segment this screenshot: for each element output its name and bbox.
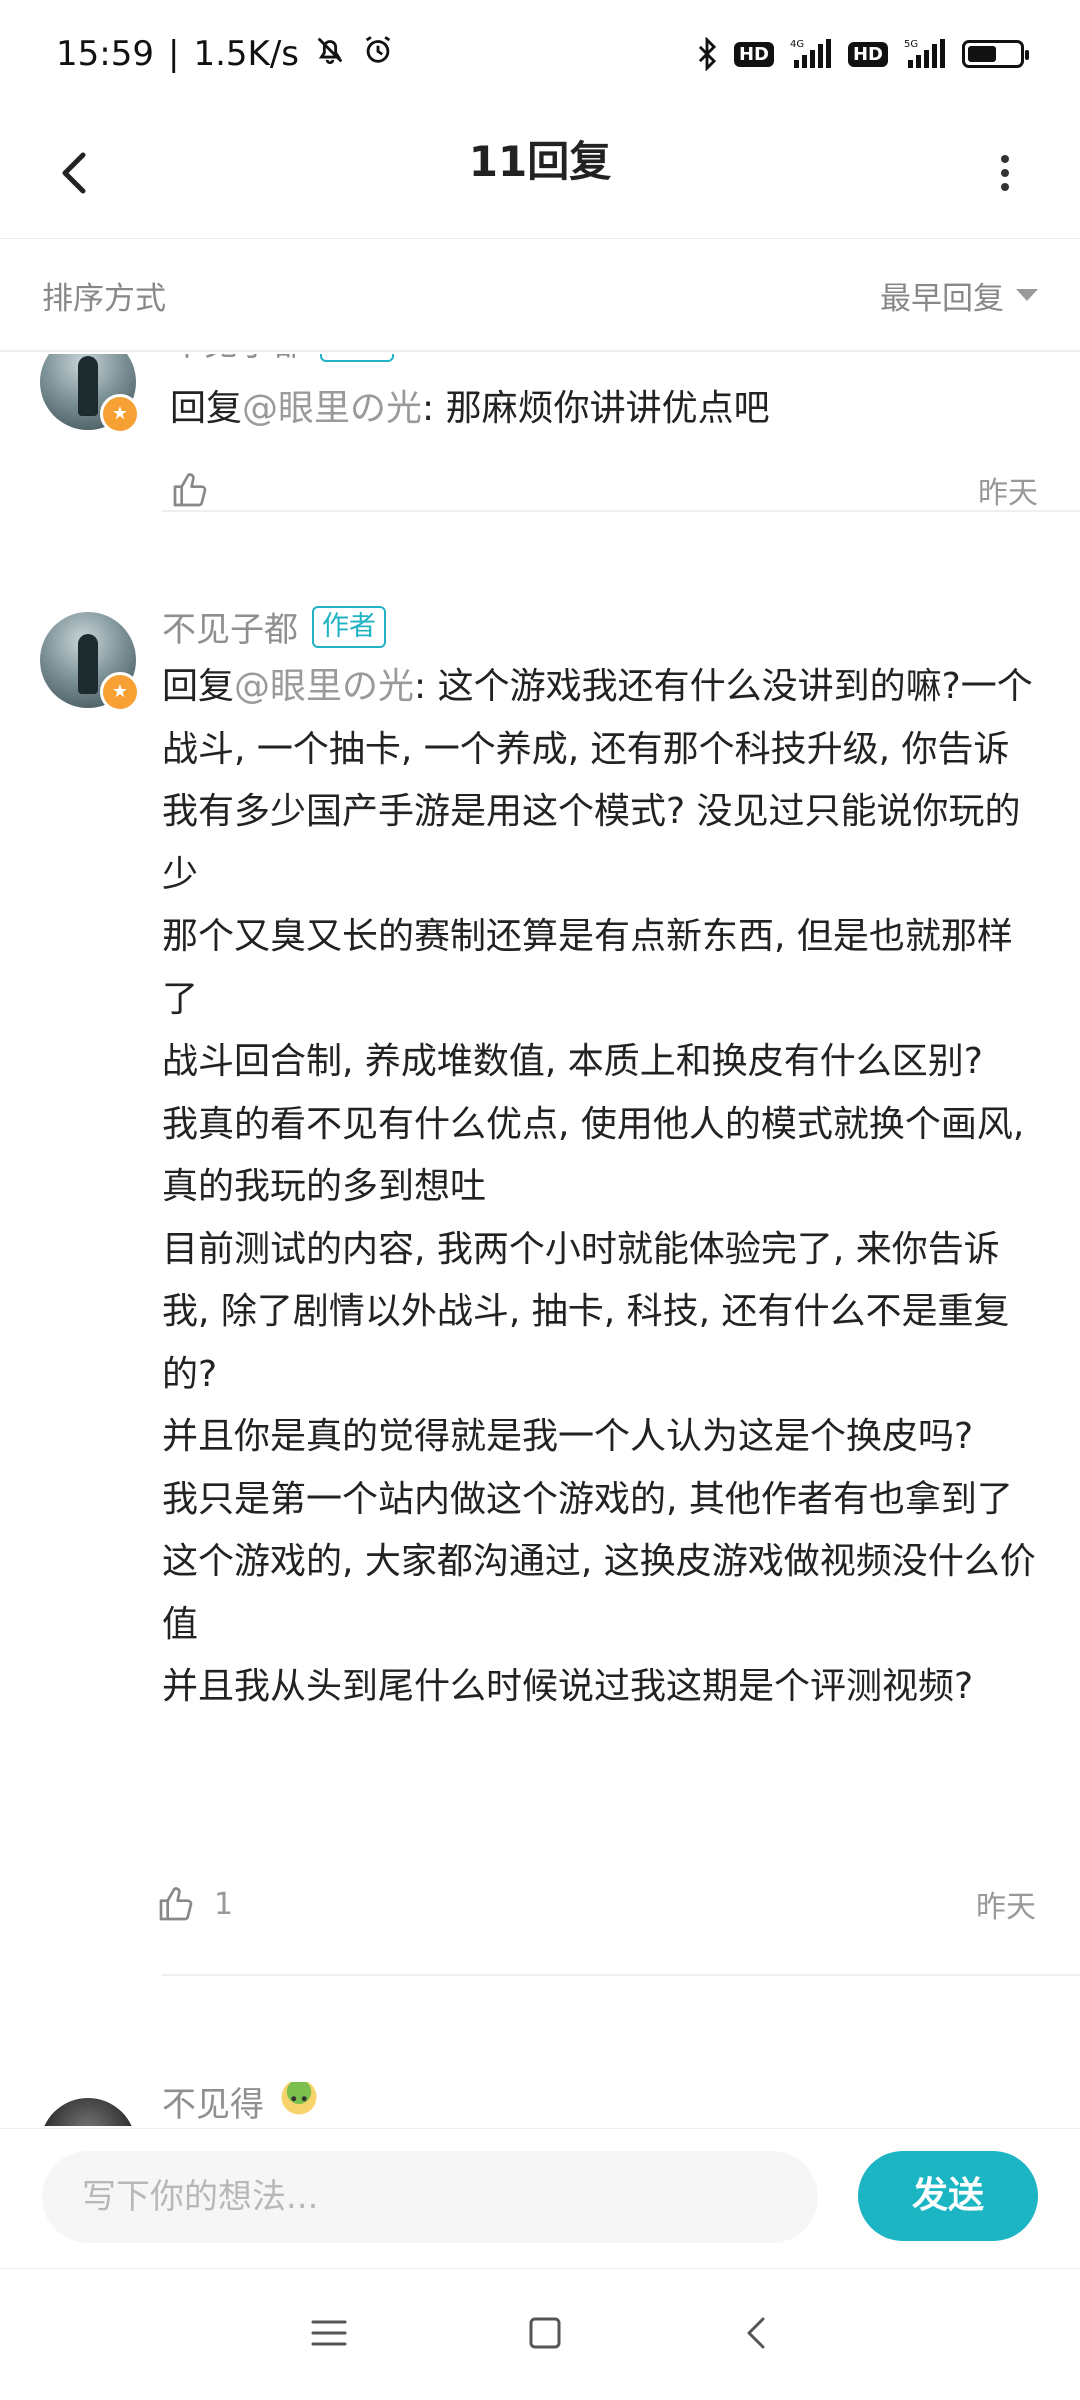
divider	[162, 510, 1080, 512]
like-count: 1	[214, 1886, 234, 1922]
caret-down-icon	[1016, 289, 1038, 301]
avatar[interactable]: ★	[40, 612, 140, 712]
like-button[interactable]: 1	[156, 1884, 233, 1924]
comment-time: 昨天	[976, 1890, 1036, 1925]
comment-time: 昨天	[978, 476, 1038, 511]
mention-link[interactable]: @眼里の光	[242, 388, 422, 429]
nav-back-icon[interactable]	[743, 2315, 769, 2355]
like-button[interactable]	[170, 470, 228, 510]
list-item: ★ 不见子都 作者 回复@眼里の光: 那麻烦你讲讲优点吧 昨天	[0, 354, 1080, 514]
avatar-decoration-icon	[278, 2082, 320, 2126]
author-badge: 作者	[320, 354, 394, 362]
menu-icon[interactable]	[311, 2318, 347, 2352]
comment-text: 回复@眼里の光: 这个游戏我还有什么没讲到的嘛?一个战斗, 一个抽卡, 一个养成…	[162, 666, 1036, 1707]
thumbs-up-icon	[159, 1887, 193, 1921]
battery-icon	[962, 40, 1029, 68]
status-left: 15:59 | 1.5K/s	[56, 33, 395, 76]
page-title: 11回复	[468, 137, 612, 186]
comment-header: 不见子都 作者	[170, 354, 394, 365]
sort-selected: 最早回复	[880, 280, 1004, 317]
alarm-icon	[361, 33, 395, 76]
status-separator: |	[167, 34, 180, 74]
star-badge-icon: ★	[100, 672, 140, 712]
divider	[162, 1974, 1080, 1976]
thumbs-up-icon	[173, 473, 207, 507]
reply-composer: 发送	[0, 2128, 1080, 2269]
author-badge: 作者	[312, 605, 386, 648]
more-vertical-icon	[1001, 155, 1009, 191]
mute-bell-icon	[313, 33, 347, 76]
net-label-5g: 5G	[904, 39, 918, 50]
top-bar: 11回复	[0, 108, 1080, 239]
bluetooth-icon	[694, 37, 720, 71]
status-speed: 1.5K/s	[193, 34, 299, 74]
list-item: 不见得	[0, 2082, 1080, 2126]
sort-bar: 排序方式 最早回复	[0, 240, 1080, 352]
status-bar: 15:59 | 1.5K/s HD 4G HD 5G	[0, 0, 1080, 108]
comment-header: 不见子都 作者	[162, 602, 386, 651]
username[interactable]: 不见得	[162, 2082, 264, 2126]
avatar[interactable]	[40, 2098, 136, 2126]
reply-input[interactable]	[42, 2151, 818, 2243]
signal-icon-2: 5G	[902, 38, 948, 70]
comment-actions: 1 昨天	[156, 1874, 1036, 1934]
send-button[interactable]: 发送	[858, 2151, 1038, 2241]
sort-dropdown[interactable]: 最早回复	[880, 273, 1038, 318]
username[interactable]: 不见子都	[170, 354, 306, 365]
more-button[interactable]	[970, 138, 1040, 208]
home-icon[interactable]	[528, 2316, 562, 2354]
hd-badge-2: HD	[847, 41, 888, 67]
battery-fill	[968, 46, 996, 62]
avatar[interactable]: ★	[40, 354, 140, 434]
mention-link[interactable]: @眼里の光	[234, 666, 414, 707]
status-right: HD 4G HD 5G	[694, 37, 1029, 71]
signal-icon-1: 4G	[788, 38, 834, 70]
comment-text: 回复@眼里の光: 那麻烦你讲讲优点吧	[170, 388, 770, 429]
system-nav-bar	[0, 2268, 1080, 2400]
hd-badge-1: HD	[733, 41, 774, 67]
status-time: 15:59	[56, 34, 154, 74]
list-item: ★ 不见子都 作者 回复@眼里の光: 这个游戏我还有什么没讲到的嘛?一个战斗, …	[0, 594, 1080, 1976]
net-label-4g: 4G	[790, 39, 804, 50]
star-badge-icon: ★	[100, 394, 140, 434]
username[interactable]: 不见子都	[162, 602, 298, 651]
reply-list: ★ 不见子都 作者 回复@眼里の光: 那麻烦你讲讲优点吧 昨天 ★ 不见子都 作…	[0, 354, 1080, 2126]
sort-label: 排序方式	[42, 280, 166, 317]
comment-header: 不见得	[162, 2082, 320, 2126]
